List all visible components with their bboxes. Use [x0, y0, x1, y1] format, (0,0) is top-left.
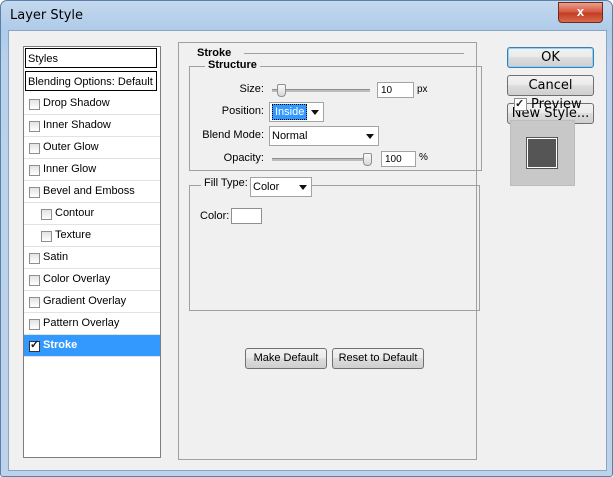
- style-item-outer-glow[interactable]: Outer Glow: [24, 137, 160, 159]
- make-default-button[interactable]: Make Default: [245, 348, 327, 369]
- style-item-stroke[interactable]: ✓ Stroke: [24, 335, 160, 357]
- dialog-client-area: Styles Blending Options: Default Drop Sh…: [8, 30, 607, 471]
- window-title: Layer Style: [10, 8, 84, 23]
- style-checkbox[interactable]: [29, 165, 40, 176]
- style-item-texture[interactable]: Texture: [24, 225, 160, 247]
- style-checkbox[interactable]: [29, 143, 40, 154]
- style-checkbox[interactable]: [29, 253, 40, 264]
- layer-style-dialog: Layer Style x Styles Blending Options: D…: [0, 0, 613, 477]
- stroke-section-title: Stroke: [197, 47, 232, 59]
- preview-swatch: [527, 138, 557, 168]
- chevron-down-icon: [366, 134, 374, 139]
- blend-mode-select[interactable]: Normal: [269, 126, 379, 146]
- blend-mode-value: Normal: [272, 130, 308, 142]
- styles-list: Styles Blending Options: Default Drop Sh…: [23, 46, 161, 458]
- size-label: Size:: [239, 83, 264, 95]
- style-item-contour[interactable]: Contour: [24, 203, 160, 225]
- size-input[interactable]: 10: [377, 82, 414, 98]
- blend-mode-label: Blend Mode:: [202, 129, 264, 141]
- style-item-label: Stroke: [43, 339, 78, 351]
- position-label: Position:: [221, 105, 264, 117]
- preview-label: Preview: [531, 97, 582, 112]
- title-bar: Layer Style x: [1, 1, 612, 27]
- style-checkbox[interactable]: [41, 209, 52, 220]
- close-button[interactable]: x: [558, 2, 603, 23]
- color-label: Color:: [200, 210, 230, 222]
- style-item-label: Inner Glow: [43, 163, 97, 175]
- chevron-down-icon: [299, 185, 307, 190]
- style-item-pattern-overlay[interactable]: Pattern Overlay: [24, 313, 160, 335]
- style-checkbox[interactable]: [29, 121, 40, 132]
- fill-type-group: Fill Type: Color Color:: [189, 177, 480, 311]
- styles-header[interactable]: Styles: [25, 48, 157, 68]
- style-checkbox[interactable]: [29, 99, 40, 110]
- style-item-label: Contour: [55, 207, 95, 219]
- style-checkbox[interactable]: [29, 297, 40, 308]
- style-item-label: Pattern Overlay: [43, 317, 120, 329]
- style-item-label: Color Overlay: [43, 273, 111, 285]
- style-item-gradient-overlay[interactable]: Gradient Overlay: [24, 291, 160, 313]
- opacity-slider-thumb[interactable]: [363, 153, 372, 166]
- style-item-label: Drop Shadow: [43, 97, 110, 109]
- opacity-label: Opacity:: [223, 152, 264, 164]
- color-swatch[interactable]: [231, 208, 262, 224]
- position-value: Inside: [272, 104, 308, 120]
- style-item-bevel-and-emboss[interactable]: Bevel and Emboss: [24, 181, 160, 203]
- style-checkbox[interactable]: [29, 275, 40, 286]
- style-item-inner-glow[interactable]: Inner Glow: [24, 159, 160, 181]
- style-item-label: Outer Glow: [43, 141, 99, 153]
- structure-title: Structure: [205, 59, 260, 71]
- checkmark-icon: ✓: [30, 339, 40, 351]
- style-item-label: Satin: [43, 251, 69, 263]
- fill-type-label: Fill Type:: [201, 177, 251, 189]
- blending-options-item[interactable]: Blending Options: Default: [25, 71, 157, 91]
- preview-checkbox[interactable]: ✓: [514, 98, 527, 111]
- cancel-button[interactable]: Cancel: [507, 75, 594, 96]
- style-item-color-overlay[interactable]: Color Overlay: [24, 269, 160, 291]
- ok-button[interactable]: OK: [507, 47, 594, 68]
- chevron-down-icon: [311, 110, 319, 115]
- style-checkbox[interactable]: [41, 231, 52, 242]
- opacity-slider-track[interactable]: [272, 158, 370, 161]
- divider: [244, 53, 464, 54]
- style-item-drop-shadow[interactable]: Drop Shadow: [24, 93, 160, 115]
- checkmark-icon: ✓: [515, 98, 525, 110]
- style-checkbox[interactable]: [29, 319, 40, 330]
- style-item-satin[interactable]: Satin: [24, 247, 160, 269]
- style-checkbox[interactable]: ✓: [29, 339, 40, 352]
- opacity-unit: %: [419, 152, 428, 163]
- size-slider-track[interactable]: [272, 89, 370, 92]
- reset-to-default-button[interactable]: Reset to Default: [332, 348, 424, 369]
- size-slider-thumb[interactable]: [276, 84, 286, 97]
- style-item-inner-shadow[interactable]: Inner Shadow: [24, 115, 160, 137]
- preview-thumbnail: [510, 120, 575, 186]
- stroke-panel: Stroke Structure Size: 10 px Position: I…: [178, 42, 482, 460]
- style-checkbox[interactable]: [29, 187, 40, 198]
- size-unit: px: [417, 84, 428, 95]
- style-item-label: Inner Shadow: [43, 119, 111, 131]
- position-select[interactable]: Inside: [269, 102, 324, 122]
- style-item-label: Bevel and Emboss: [43, 185, 135, 197]
- style-item-label: Gradient Overlay: [43, 295, 127, 307]
- structure-group: Structure Size: 10 px Position: Inside B…: [189, 59, 482, 171]
- fill-type-value: Color: [253, 181, 280, 193]
- style-item-label: Texture: [55, 229, 92, 241]
- opacity-input[interactable]: 100: [381, 151, 416, 167]
- fill-type-select[interactable]: Color: [250, 177, 312, 197]
